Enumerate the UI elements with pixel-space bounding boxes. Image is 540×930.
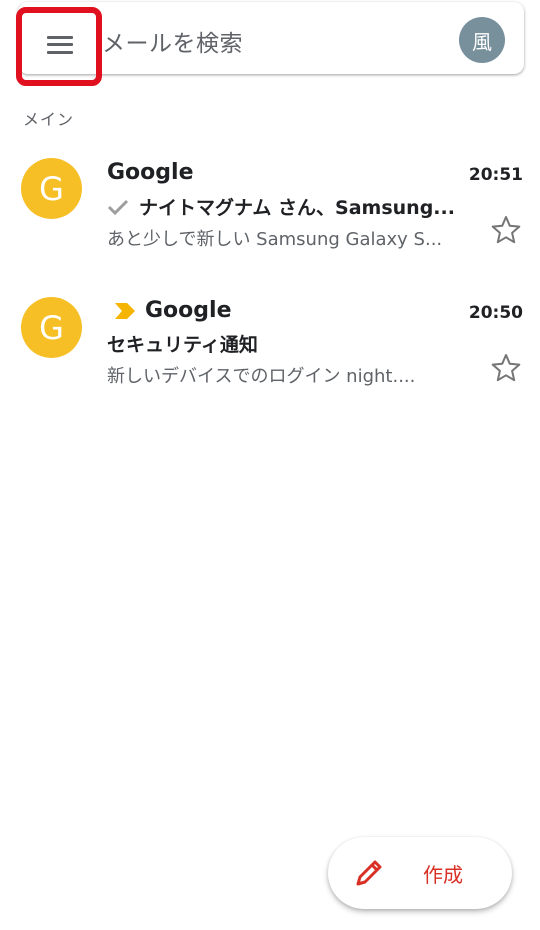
- email-list-item[interactable]: G Google 20:51 ナイトマグナム さん、Samsung... あと少…: [0, 150, 540, 270]
- search-input[interactable]: メールを検索: [102, 24, 243, 58]
- email-list-item[interactable]: G Google 20:50 セキュリティ通知 新しいデバイスでのログイン ni…: [0, 288, 540, 408]
- email-sender-line: Google: [107, 298, 232, 323]
- menu-button[interactable]: [18, 7, 102, 82]
- check-icon: [107, 199, 129, 215]
- email-snippet: あと少しで新しい Samsung Galaxy S...: [107, 229, 443, 250]
- sender-avatar[interactable]: G: [21, 158, 82, 219]
- star-icon[interactable]: [490, 214, 522, 246]
- compose-button[interactable]: 作成: [328, 837, 512, 909]
- gmail-inbox-screen: メールを検索 風 メイン G Google 20:51 ナイトマグナム さん、S…: [0, 0, 540, 930]
- email-subject: セキュリティ通知: [107, 334, 258, 356]
- email-subject-line: ナイトマグナム さん、Samsung...: [107, 193, 465, 220]
- section-label: メイン: [23, 110, 75, 129]
- email-sender: Google: [145, 298, 232, 323]
- sender-avatar[interactable]: G: [21, 297, 82, 358]
- compose-label: 作成: [423, 863, 463, 887]
- hamburger-menu-icon: [47, 35, 73, 54]
- star-icon[interactable]: [490, 352, 522, 384]
- email-sender: Google: [107, 160, 194, 185]
- account-avatar[interactable]: 風: [459, 17, 505, 63]
- pencil-icon: [356, 860, 382, 886]
- email-snippet: 新しいデバイスでのログイン night....: [107, 366, 416, 387]
- email-time: 20:50: [468, 303, 523, 323]
- important-marker-icon[interactable]: [115, 302, 137, 319]
- email-subject: ナイトマグナム さん、Samsung...: [139, 197, 455, 219]
- email-time: 20:51: [468, 165, 523, 185]
- email-subject-line: セキュリティ通知: [107, 330, 465, 357]
